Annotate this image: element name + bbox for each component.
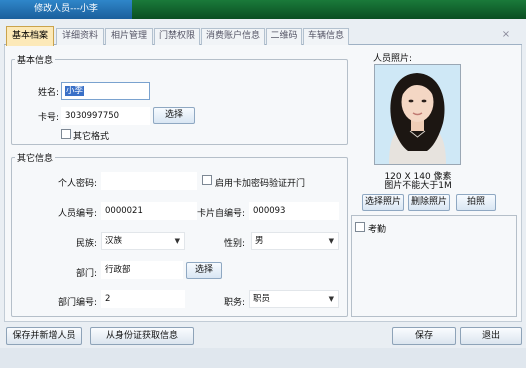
basic-info-title: 基本信息 [17,56,54,66]
enable-card-password-checkbox[interactable] [202,175,212,185]
enable-card-password-label: 启用卡加密码验证开门 [215,179,306,189]
attendance-label: 考勤 [368,225,387,235]
card-select-button[interactable]: 选择 [153,107,195,124]
password-label: 个人密码: [57,179,97,189]
select-photo-button[interactable]: 选择照片 [362,194,404,211]
name-input[interactable]: 小李 [61,82,150,100]
name-label: 姓名: [37,88,59,98]
portrait-image [375,65,460,164]
nation-select[interactable]: 汉族 ▼ [101,232,185,250]
tab-content-basic: 基本信息 姓名: 小李 卡号: 3030997750 选择 其它格式 其它信息 … [4,45,522,322]
tab-access-permissions[interactable]: 门禁权限 [154,28,200,45]
department-select-button[interactable]: 选择 [186,262,222,279]
gender-label: 性别: [223,239,245,249]
tab-vehicle-info[interactable]: 车辆信息 [303,28,349,45]
delete-photo-button[interactable]: 删除照片 [408,194,450,211]
department-number-label: 部门编号: [57,298,97,308]
name-value: 小李 [65,86,85,96]
tab-qr-code[interactable]: 二维码 [266,28,302,45]
card-input[interactable]: 3030997750 [61,107,150,125]
other-format-checkbox[interactable] [61,129,71,139]
nation-label: 民族: [75,239,97,249]
exit-button[interactable]: 退出 [460,327,522,345]
card-self-number-input[interactable]: 000093 [249,202,339,220]
tab-details[interactable]: 详细资料 [56,28,104,45]
department-number-input[interactable]: 2 [101,290,185,308]
nation-value: 汉族 [105,236,123,246]
department-input[interactable]: 行政部 [101,261,183,279]
gender-select[interactable]: 男 ▼ [251,232,339,250]
photo-title: 人员照片: [373,54,413,64]
save-button[interactable]: 保存 [392,327,456,345]
title-bar-accent [132,0,526,19]
job-select[interactable]: 职员 ▼ [249,290,339,308]
footer-strip [0,348,526,368]
other-format-label: 其它格式 [73,132,110,142]
other-info-title: 其它信息 [17,154,54,164]
job-value: 职员 [253,294,271,304]
gender-value: 男 [255,236,264,246]
password-input[interactable] [101,172,197,190]
save-and-add-button[interactable]: 保存并新增人员 [6,327,82,345]
attendance-checkbox[interactable] [355,222,365,232]
employee-number-input[interactable]: 0000021 [101,202,197,220]
photo-limit-hint: 图片不能大于1M [384,181,452,191]
job-label: 职务: [223,298,245,308]
department-label: 部门: [75,269,97,279]
close-icon[interactable]: × [498,27,514,43]
read-id-card-button[interactable]: 从身份证获取信息 [90,327,194,345]
chevron-down-icon: ▼ [174,237,180,245]
tab-basic-profile[interactable]: 基本档案 [6,26,54,46]
person-photo [374,64,461,165]
tab-strip: 基本档案 详细资料 相片管理 门禁权限 消费账户信息 二维码 车辆信息 × [4,26,522,46]
card-self-number-label: 卡片自编号: [196,209,245,219]
chevron-down-icon: ▼ [328,237,334,245]
chevron-down-icon: ▼ [328,295,334,303]
tab-photo-management[interactable]: 相片管理 [105,28,153,45]
card-label: 卡号: [37,113,59,123]
tab-consumption-account[interactable]: 消费账户信息 [201,28,265,45]
employee-number-label: 人员编号: [57,209,97,219]
window-title: 修改人员---小李 [0,0,132,19]
take-photo-button[interactable]: 拍照 [456,194,496,211]
